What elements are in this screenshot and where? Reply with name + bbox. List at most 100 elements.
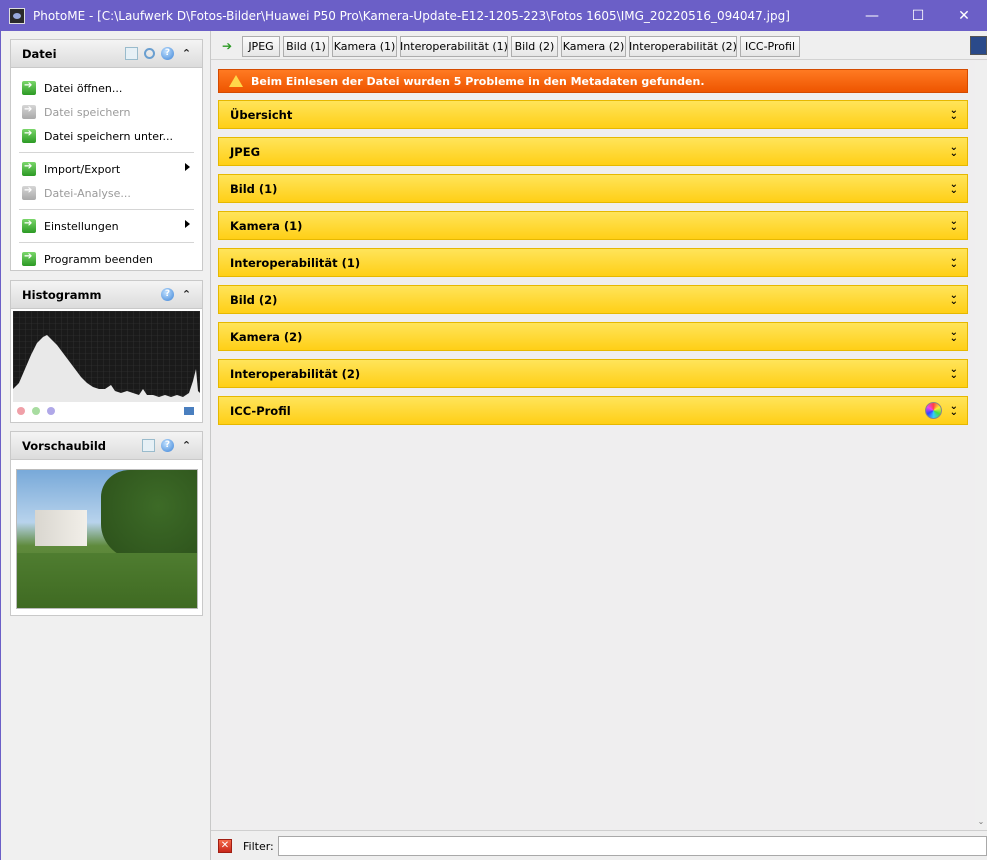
collapse-chevron-icon[interactable]: ⌃ (180, 288, 193, 301)
menu-item-label: Programm beenden (44, 252, 153, 266)
toolbar-tab[interactable]: JPEG (242, 36, 280, 57)
left-sidebar: Datei ? ⌃ Datei öffnen... Datei speichern… (0, 31, 211, 860)
section-header[interactable]: Interoperabilität (1) ⌄ ⌄ (218, 248, 968, 277)
expand-chevron-icon[interactable]: ⌄ ⌄ (950, 291, 958, 307)
green-arrow-icon (22, 104, 36, 119)
section-header[interactable]: Kamera (1) ⌄ ⌄ (218, 211, 968, 240)
go-arrow-icon[interactable]: ➔ (222, 39, 232, 53)
section-header[interactable]: Bild (2) ⌄ ⌄ (218, 285, 968, 314)
clear-filter-icon[interactable]: ✕ (218, 839, 232, 853)
copy-icon[interactable] (125, 47, 138, 60)
menu-item[interactable]: Datei-Analyse... (11, 181, 202, 205)
menu-item-label: Datei speichern (44, 105, 131, 119)
menu-item-label: Datei speichern unter... (44, 129, 173, 143)
histogram-chart (13, 311, 200, 402)
section-header[interactable]: Interoperabilität (2) ⌄ ⌄ (218, 359, 968, 388)
preview-panel-header[interactable]: Vorschaubild ? ⌃ (11, 432, 202, 460)
section-header[interactable]: ICC-Profil ⌄ ⌄ (218, 396, 968, 425)
search-icon[interactable] (144, 48, 155, 59)
warning-icon (229, 75, 243, 87)
section-title: Bild (2) (230, 292, 278, 307)
help-icon[interactable]: ? (161, 439, 174, 452)
minimize-button[interactable]: — (849, 0, 895, 31)
vertical-scrollbar[interactable] (975, 61, 987, 830)
section-title: Kamera (1) (230, 218, 303, 233)
menu-separator (19, 152, 194, 153)
toolbar-tab[interactable]: Bild (1) (283, 36, 329, 57)
main-area: ➔ JPEG Bild (1) Kamera (1) Interoperabilitä… (211, 31, 987, 860)
expand-chevron-icon[interactable]: ⌄ ⌄ (950, 180, 958, 196)
toolbar-tab[interactable]: Interoperabilität (2) (629, 36, 737, 57)
copy-icon[interactable] (142, 439, 155, 452)
green-arrow-icon (22, 161, 36, 176)
scroll-down-icon[interactable]: ⌄ (975, 817, 987, 829)
expand-chevron-icon[interactable]: ⌄ ⌄ (950, 217, 958, 233)
blue-channel-toggle[interactable] (47, 407, 55, 415)
submenu-arrow-icon (185, 163, 190, 171)
section-title: ICC-Profil (230, 403, 291, 418)
menu-item[interactable]: Programm beenden (11, 247, 202, 271)
green-channel-toggle[interactable] (32, 407, 40, 415)
toolbar-tab[interactable]: Kamera (1) (332, 36, 397, 57)
red-channel-toggle[interactable] (17, 407, 25, 415)
color-wheel-icon (925, 402, 942, 419)
toolbar-tab[interactable]: Interoperabilität (1) (400, 36, 508, 57)
photome-app-icon (9, 7, 25, 24)
preview-panel: Vorschaubild ? ⌃ (10, 431, 203, 616)
toolbar-extra-icon[interactable] (970, 36, 987, 55)
section-title: Kamera (2) (230, 329, 303, 344)
filter-bar: ✕ Filter: (211, 830, 987, 860)
preview-panel-title: Vorschaubild (22, 438, 106, 453)
green-arrow-icon (22, 218, 36, 233)
menu-item[interactable]: Import/Export (11, 157, 202, 181)
menu-item-label: Datei öffnen... (44, 81, 123, 95)
menu-item-label: Einstellungen (44, 219, 119, 233)
expand-chevron-icon[interactable]: ⌄ ⌄ (950, 402, 958, 418)
menu-item[interactable]: Datei speichern (11, 100, 202, 124)
histogram-panel-header[interactable]: Histogramm ? ⌃ (11, 281, 202, 309)
menu-separator (19, 242, 194, 243)
expand-chevron-icon[interactable]: ⌄ ⌄ (950, 328, 958, 344)
section-title: JPEG (230, 144, 261, 159)
expand-chevron-icon[interactable]: ⌄ ⌄ (950, 254, 958, 270)
histogram-panel-title: Histogramm (22, 287, 102, 302)
menu-item[interactable]: Einstellungen (11, 214, 202, 238)
section-header[interactable]: JPEG ⌄ ⌄ (218, 137, 968, 166)
submenu-arrow-icon (185, 220, 190, 228)
collapse-chevron-icon[interactable]: ⌃ (180, 47, 193, 60)
preview-thumbnail[interactable] (16, 469, 198, 609)
menu-item[interactable]: Datei öffnen... (11, 76, 202, 100)
toolbar-tab[interactable]: Bild (2) (511, 36, 558, 57)
menu-item-label: Datei-Analyse... (44, 186, 131, 200)
datei-panel-header[interactable]: Datei ? ⌃ (11, 40, 202, 68)
section-header[interactable]: Kamera (2) ⌄ ⌄ (218, 322, 968, 351)
section-header[interactable]: Übersicht ⌄ ⌄ (218, 100, 968, 129)
histogram-options-icon[interactable] (184, 407, 194, 415)
window-title: PhotoME - [C:\Laufwerk D\Fotos-Bilder\Hu… (33, 8, 790, 23)
toolbar-tab[interactable]: ICC-Profil (740, 36, 800, 57)
expand-chevron-icon[interactable]: ⌄ ⌄ (950, 143, 958, 159)
section-header[interactable]: Bild (1) ⌄ ⌄ (218, 174, 968, 203)
toolbar-tab[interactable]: Kamera (2) (561, 36, 626, 57)
metadata-warning-banner[interactable]: Beim Einlesen der Datei wurden 5 Problem… (218, 69, 968, 93)
green-arrow-icon (22, 80, 36, 95)
menu-item-label: Import/Export (44, 162, 121, 176)
maximize-button[interactable]: ☐ (895, 0, 941, 31)
help-icon[interactable]: ? (161, 47, 174, 60)
histogram-panel: Histogramm ? ⌃ (10, 280, 203, 423)
section-title: Übersicht (230, 107, 293, 122)
filter-label: Filter: (243, 840, 274, 853)
close-button[interactable]: ✕ (941, 0, 987, 31)
datei-menu: Datei öffnen... Datei speichern Datei spei… (11, 68, 202, 271)
section-title: Interoperabilität (1) (230, 255, 361, 270)
filter-input[interactable] (278, 836, 987, 856)
datei-panel: Datei ? ⌃ Datei öffnen... Datei speichern… (10, 39, 203, 271)
menu-item[interactable]: Datei speichern unter... (11, 124, 202, 148)
datei-panel-title: Datei (22, 46, 57, 61)
histogram-channel-toggles (17, 407, 55, 415)
expand-chevron-icon[interactable]: ⌄ ⌄ (950, 106, 958, 122)
menu-separator (19, 209, 194, 210)
collapse-chevron-icon[interactable]: ⌃ (180, 439, 193, 452)
help-icon[interactable]: ? (161, 288, 174, 301)
expand-chevron-icon[interactable]: ⌄ ⌄ (950, 365, 958, 381)
